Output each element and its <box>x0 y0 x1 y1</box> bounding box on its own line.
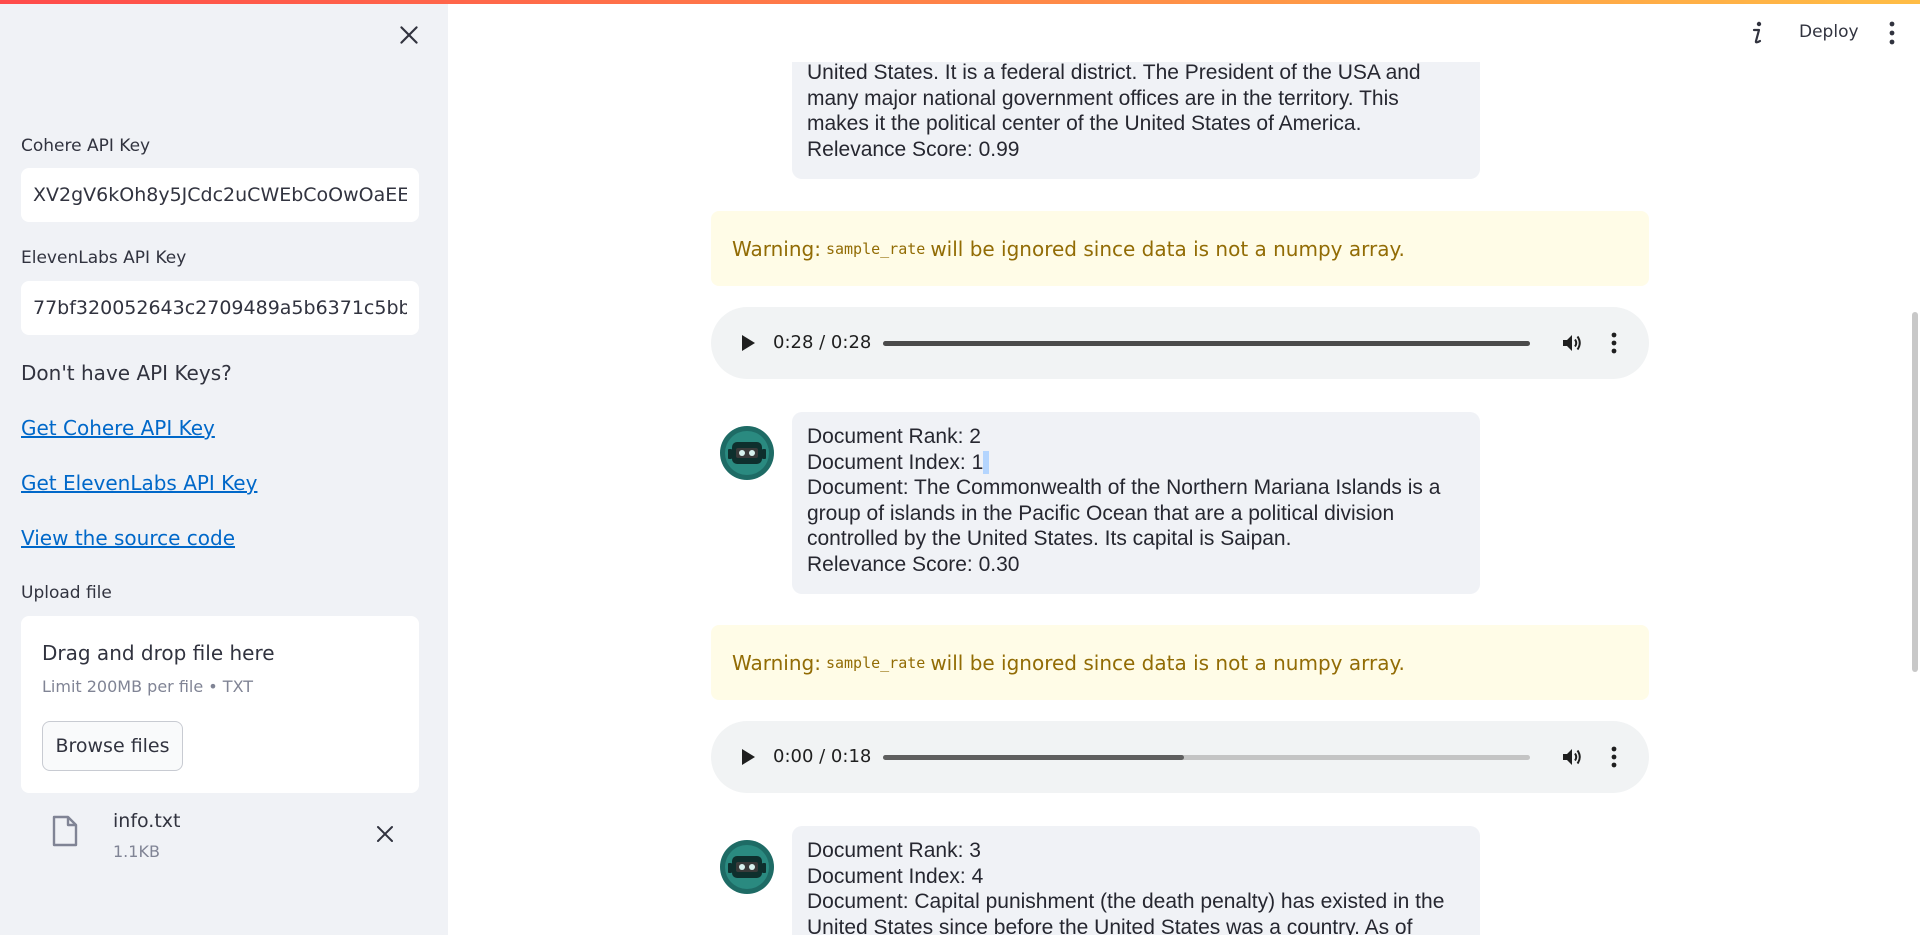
robot-avatar-icon <box>720 426 774 480</box>
document-index: Document Index: 1 <box>807 450 984 474</box>
elevenlabs-api-key-label: ElevenLabs API Key <box>21 248 187 268</box>
audio-progress-fill <box>883 341 1530 346</box>
message-line: United States. It is a federal district.… <box>807 61 1421 84</box>
warning-alert: Warning: sample_rate will be ignored sin… <box>711 625 1649 700</box>
audio-time: 0:00 / 0:18 <box>773 746 872 767</box>
more-vertical-icon[interactable] <box>1608 331 1620 355</box>
warning-suffix: will be ignored since data is not a nump… <box>930 650 1405 675</box>
play-icon[interactable] <box>738 747 758 767</box>
dropzone-title: Drag and drop file here <box>42 641 275 665</box>
main-scrollbar[interactable] <box>1912 312 1918 672</box>
audio-player[interactable]: 0:28 / 0:28 <box>711 307 1649 379</box>
robot-avatar-icon <box>720 840 774 894</box>
message-line: Document Rank: 3 <box>807 839 981 862</box>
upload-file-label: Upload file <box>21 583 112 603</box>
dropzone-limit: Limit 200MB per file • TXT <box>42 677 254 696</box>
audio-player[interactable]: 0:00 / 0:18 <box>711 721 1649 793</box>
document-rank: Document Rank: 2 <box>807 425 981 448</box>
deploy-button[interactable]: Deploy <box>1799 22 1859 42</box>
chat-message-1: United States. It is a federal district.… <box>792 48 1480 179</box>
uploaded-file-size: 1.1KB <box>113 842 160 861</box>
document-index-line: Document Index: 1 <box>807 450 1465 476</box>
file-icon <box>52 815 78 847</box>
message-line: controlled by the United States. Its cap… <box>807 527 1292 550</box>
message-line: makes it the political center of the Uni… <box>807 112 1362 135</box>
warning-prefix: Warning: <box>732 650 821 675</box>
file-dropzone[interactable]: Drag and drop file here Limit 200MB per … <box>21 616 419 793</box>
more-vertical-icon[interactable] <box>1608 745 1620 769</box>
get-cohere-key-link[interactable]: Get Cohere API Key <box>21 416 215 440</box>
warning-prefix: Warning: <box>732 236 821 261</box>
message-line: United States since before the United St… <box>807 915 1413 935</box>
message-line: group of islands in the Pacific Ocean th… <box>807 501 1395 525</box>
sidebar: Cohere API Key ElevenLabs API Key Don't … <box>0 0 448 935</box>
message-line: Document Index: 4 <box>807 864 984 888</box>
cohere-api-key-label: Cohere API Key <box>21 136 151 156</box>
main-menu-more-vertical-icon[interactable] <box>1882 20 1902 46</box>
play-icon[interactable] <box>738 333 758 353</box>
audio-time: 0:28 / 0:28 <box>773 332 872 353</box>
uploaded-file-row: info.txt 1.1KB <box>21 800 419 870</box>
audio-progress-track[interactable] <box>883 341 1530 346</box>
message-line: Relevance Score: 0.30 <box>807 552 1020 576</box>
audio-buffered-fill <box>883 755 1184 760</box>
browse-files-button[interactable]: Browse files <box>42 721 183 771</box>
cohere-api-key-input[interactable] <box>21 168 419 222</box>
view-source-link[interactable]: View the source code <box>21 526 235 550</box>
warning-code: sample_rate <box>825 239 926 258</box>
top-decoration-stripe <box>0 0 1920 4</box>
chat-message-3: Document Rank: 3 Document Index: 4 Docum… <box>792 826 1480 935</box>
get-elevenlabs-key-link[interactable]: Get ElevenLabs API Key <box>21 471 257 495</box>
uploaded-file-name: info.txt <box>113 810 181 832</box>
warning-alert: Warning: sample_rate will be ignored sin… <box>711 211 1649 286</box>
message-line: Document: The Commonwealth of the Northe… <box>807 476 1441 499</box>
message-line: Relevance Score: 0.99 <box>807 137 1020 161</box>
warning-code: sample_rate <box>825 653 926 672</box>
info-icon[interactable] <box>1745 20 1769 46</box>
chat-message-2: Document Rank: 2 Document Index: 1 Docum… <box>792 412 1480 594</box>
close-icon[interactable] <box>396 22 422 48</box>
message-line: Document: Capital punishment (the death … <box>807 890 1445 913</box>
text-selection-highlight <box>983 450 990 474</box>
elevenlabs-api-key-input[interactable] <box>21 281 419 335</box>
volume-icon[interactable] <box>1560 331 1584 355</box>
warning-suffix: will be ignored since data is not a nump… <box>930 236 1405 261</box>
audio-progress-track[interactable] <box>883 755 1530 760</box>
remove-file-close-icon[interactable] <box>373 822 397 846</box>
volume-icon[interactable] <box>1560 745 1584 769</box>
message-line: many major national government offices a… <box>807 86 1399 110</box>
app-header <box>448 0 1920 62</box>
no-api-keys-text: Don't have API Keys? <box>21 361 232 385</box>
